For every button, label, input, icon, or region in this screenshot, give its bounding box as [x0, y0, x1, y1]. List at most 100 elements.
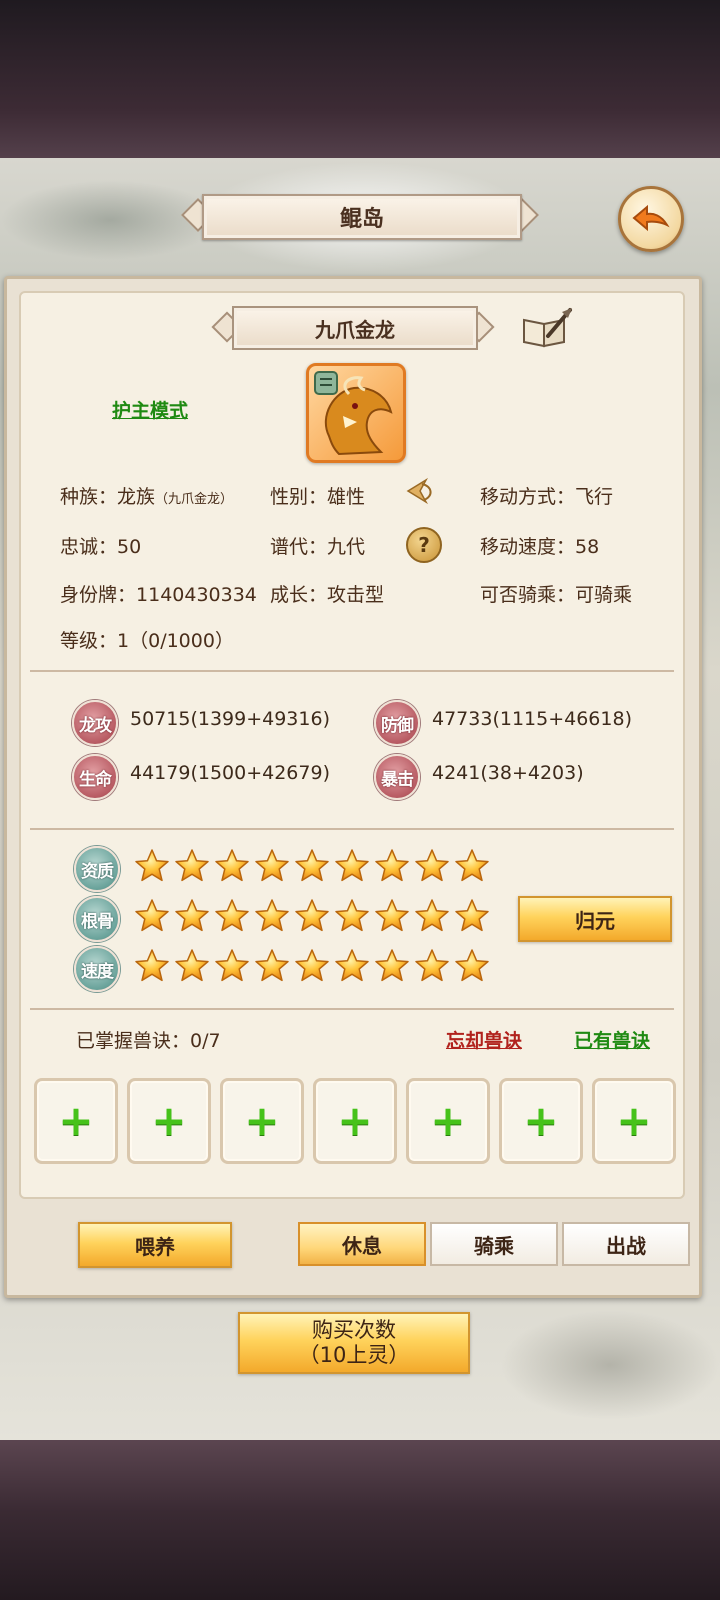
bone-badge: 根骨: [74, 896, 120, 942]
star-icon: [294, 848, 330, 884]
buy-times-button[interactable]: 购买次数 （10上灵）: [238, 1312, 470, 1374]
skill-slot[interactable]: +: [220, 1078, 304, 1164]
gender-value: 雄性: [327, 486, 366, 508]
star-icon: [294, 948, 330, 984]
star-icon: [174, 898, 210, 934]
id-tag-label: 身份牌：: [60, 584, 137, 606]
pet-name: 九爪金龙: [232, 306, 478, 350]
owned-skills-link[interactable]: 已有兽诀: [574, 1026, 650, 1053]
star-icon: [454, 948, 490, 984]
feed-button[interactable]: 喂养: [78, 1222, 232, 1268]
help-question-icon[interactable]: ?: [406, 527, 442, 563]
id-tag-value: 1140430334: [136, 584, 257, 606]
rideable-label: 可否骑乘：: [480, 584, 576, 606]
generation-label: 谱代：: [270, 536, 328, 558]
pet-name-banner: 九爪金龙: [210, 302, 496, 352]
loyalty-row: 忠诚：50: [60, 532, 141, 559]
buy-times-cost: （10上灵）: [298, 1343, 410, 1367]
speed-stars: [134, 948, 490, 988]
loyalty-label: 忠诚：: [60, 536, 118, 558]
move-mode-value: 飞行: [575, 486, 614, 508]
move-speed-label: 移动速度：: [480, 536, 576, 558]
mastered-skills-label: 已掌握兽诀：0/7: [76, 1030, 221, 1052]
top-dark-band: [0, 0, 720, 158]
plus-icon: +: [58, 1096, 94, 1145]
plus-icon: +: [430, 1096, 466, 1145]
star-icon: [414, 948, 450, 984]
crit-value: 4241(38+4203): [432, 762, 584, 784]
book-quill-icon[interactable]: [520, 306, 574, 350]
star-icon: [134, 898, 170, 934]
star-icon: [334, 848, 370, 884]
star-icon: [134, 948, 170, 984]
guard-mode-link[interactable]: 护主模式: [112, 396, 188, 423]
ride-button[interactable]: 骑乘: [430, 1222, 558, 1266]
star-icon: [214, 948, 250, 984]
star-icon: [334, 948, 370, 984]
hp-badge: 生命: [72, 754, 118, 800]
bone-stars: [134, 898, 490, 938]
plus-icon: +: [616, 1096, 652, 1145]
background-mist: [500, 1310, 720, 1420]
move-speed-value: 58: [575, 536, 600, 558]
title-banner: 鲲岛: [180, 190, 540, 240]
forget-skill-link[interactable]: 忘却兽诀: [446, 1026, 522, 1053]
crit-badge: 暴击: [374, 754, 420, 800]
plus-icon: +: [244, 1096, 280, 1145]
pet-portrait: [306, 363, 406, 463]
attack-badge: 龙攻: [72, 700, 118, 746]
reset-button[interactable]: 归元: [518, 896, 672, 942]
growth-label: 成长：: [270, 584, 328, 606]
skill-slot[interactable]: +: [406, 1078, 490, 1164]
star-icon: [174, 948, 210, 984]
species-value: 龙族: [117, 486, 156, 508]
page-title: 鲲岛: [202, 194, 522, 240]
star-icon: [214, 898, 250, 934]
level-value: 1（0/1000）: [117, 630, 234, 652]
gender-row: 性别：雄性: [270, 482, 365, 509]
skill-slot[interactable]: +: [499, 1078, 583, 1164]
star-icon: [374, 898, 410, 934]
bottom-dark-band: [0, 1440, 720, 1600]
skill-slot[interactable]: +: [592, 1078, 676, 1164]
defense-badge: 防御: [374, 700, 420, 746]
species-label: 种族：: [60, 486, 118, 508]
star-icon: [454, 848, 490, 884]
speed-badge: 速度: [74, 946, 120, 992]
aptitude-stars: [134, 848, 490, 888]
rest-button[interactable]: 休息: [298, 1222, 426, 1266]
growth-row: 成长：攻击型: [270, 580, 384, 607]
skill-slot[interactable]: +: [34, 1078, 118, 1164]
species-sub: （九爪金龙）: [155, 492, 234, 507]
plus-icon: +: [337, 1096, 373, 1145]
star-icon: [374, 948, 410, 984]
back-button[interactable]: [618, 186, 684, 252]
star-icon: [134, 848, 170, 884]
battle-button[interactable]: 出战: [562, 1222, 690, 1266]
level-row: 等级：1（0/1000）: [60, 626, 234, 653]
star-icon: [414, 898, 450, 934]
star-icon: [374, 848, 410, 884]
level-label: 等级：: [60, 630, 118, 652]
star-icon: [294, 898, 330, 934]
skill-slot[interactable]: +: [313, 1078, 397, 1164]
star-icon: [254, 948, 290, 984]
star-icon: [254, 898, 290, 934]
star-icon: [214, 848, 250, 884]
gender-label: 性别：: [270, 486, 328, 508]
rideable-row: 可否骑乘：可骑乘: [480, 580, 632, 607]
move-speed-row: 移动速度：58: [480, 532, 599, 559]
rideable-value: 可骑乘: [575, 584, 633, 606]
star-icon: [254, 848, 290, 884]
star-icon: [334, 898, 370, 934]
plus-icon: +: [523, 1096, 559, 1145]
aptitude-badge: 资质: [74, 846, 120, 892]
gender-swap-icon[interactable]: [404, 476, 438, 506]
back-arrow-icon: [632, 204, 670, 232]
star-icon: [454, 898, 490, 934]
growth-value: 攻击型: [327, 584, 385, 606]
hp-value: 44179(1500+42679): [130, 762, 330, 784]
buy-times-label: 购买次数: [312, 1318, 396, 1342]
dragon-icon: [314, 371, 393, 456]
skill-slot[interactable]: +: [127, 1078, 211, 1164]
